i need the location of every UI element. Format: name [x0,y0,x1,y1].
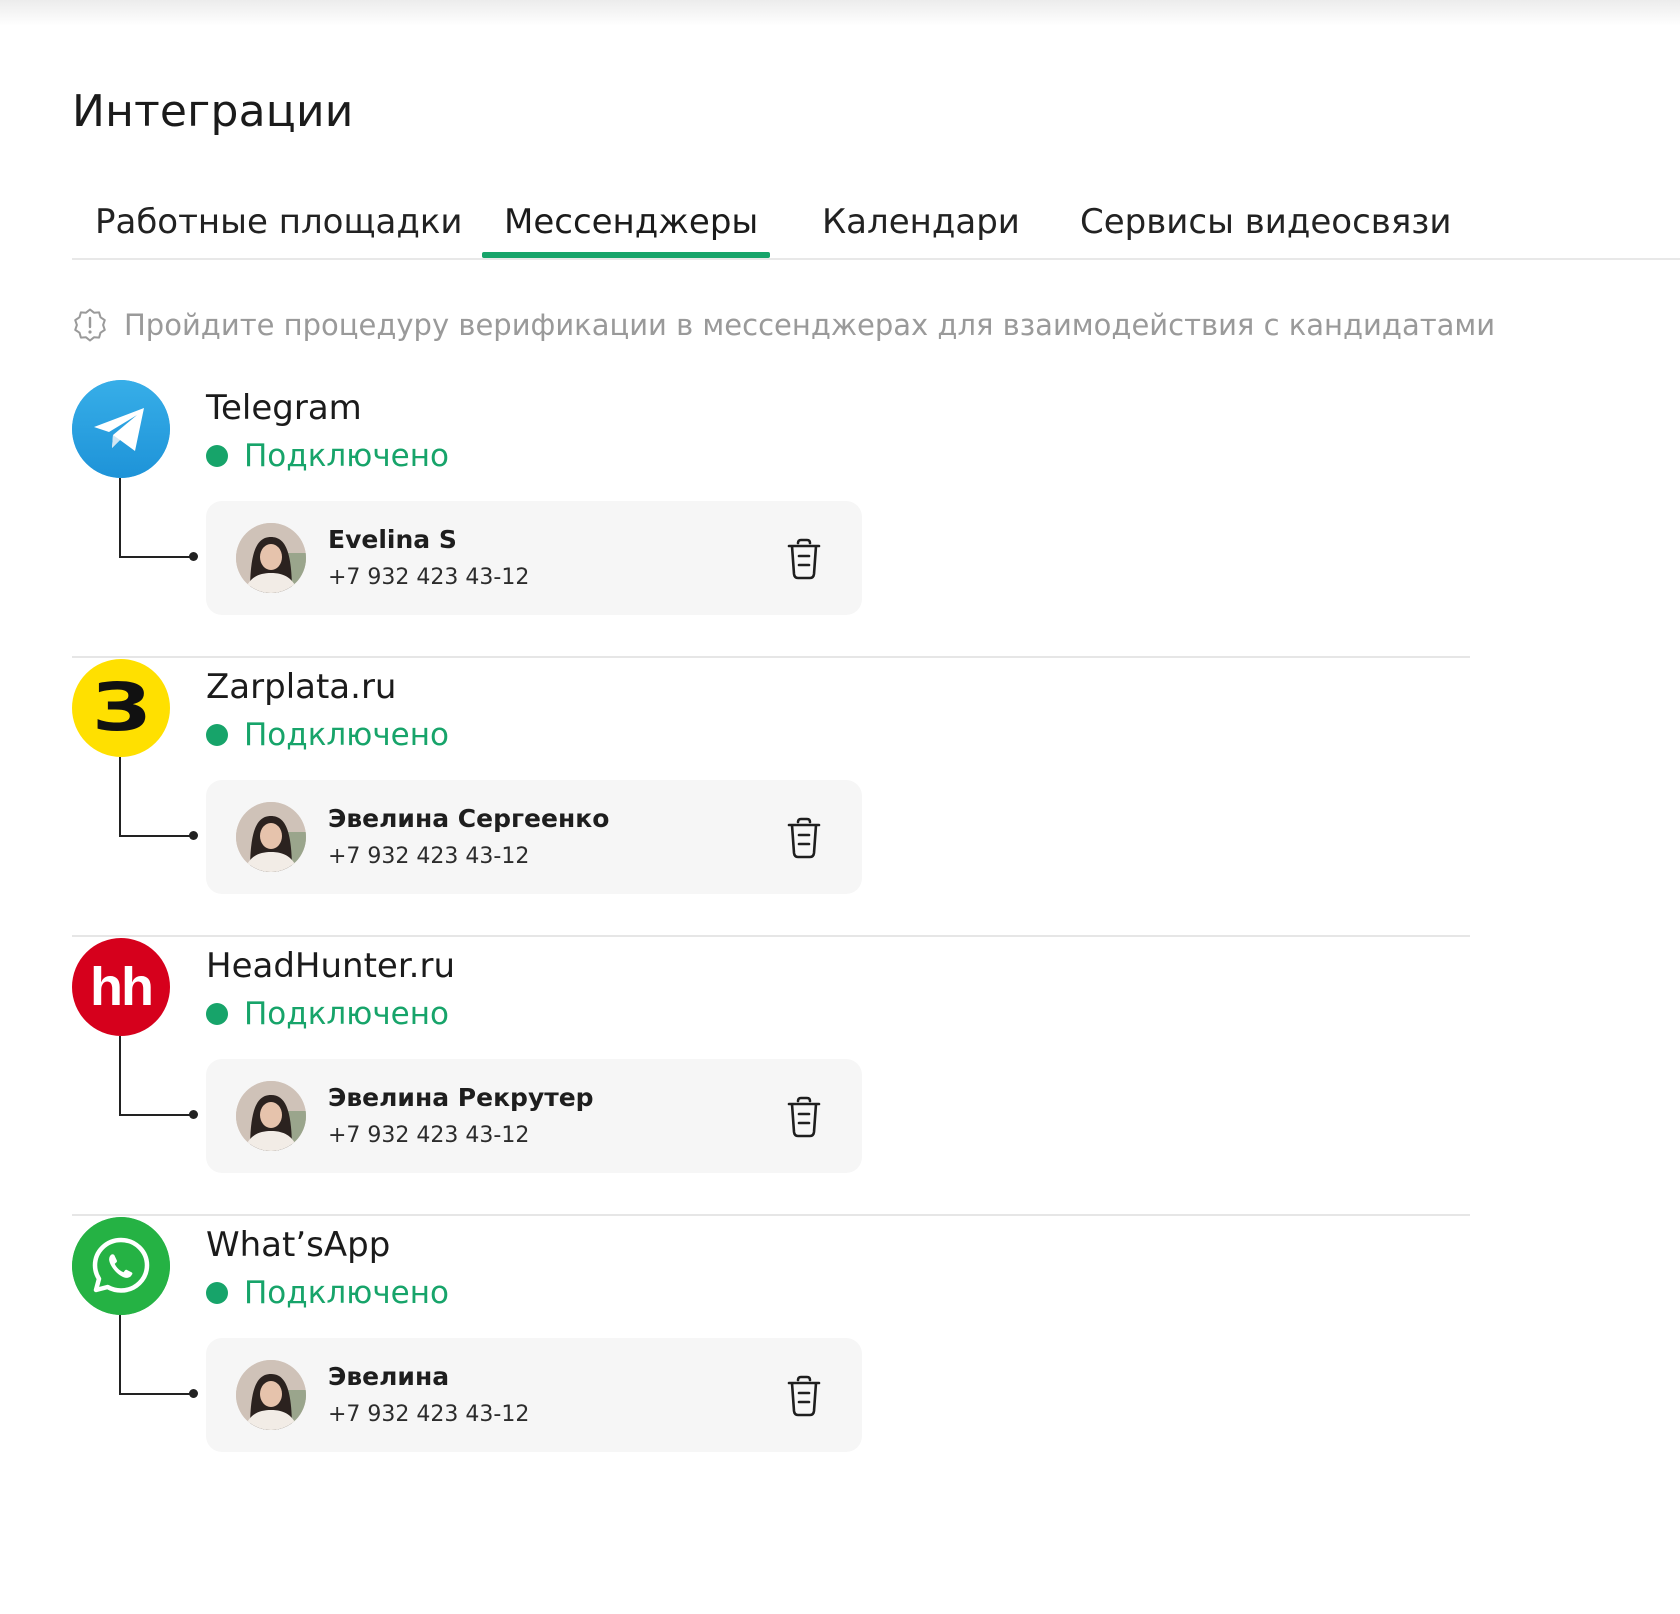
account-card: Evelina S +7 932 423 43-12 [206,501,862,615]
status-badge: Подключено [206,996,449,1032]
tree-connector [119,1036,198,1119]
telegram-logo-icon [72,380,170,478]
avatar [236,523,306,593]
section-divider [72,935,1470,937]
account-phone: +7 932 423 43-12 [328,1123,530,1148]
tab-job-boards[interactable]: Работные площадки [95,202,462,242]
trash-icon [787,1375,821,1417]
delete-account-button[interactable] [782,535,826,583]
page-title: Интеграции [72,86,354,137]
tab-calendars[interactable]: Календари [822,202,1020,242]
status-text: Подключено [244,1275,449,1311]
warning-badge-icon [74,308,106,342]
service-name: HeadHunter.ru [206,946,456,986]
status-text: Подключено [244,438,449,474]
account-card: Эвелина Рекрутер +7 932 423 43-12 [206,1059,862,1173]
account-name: Эвелина Сергеенко [328,804,610,833]
integration-zarplata: З Zarplata.ru Подключено Эвелина Сергеен… [72,659,1470,937]
integration-whatsapp: What’sApp Подключено Эвелина +7 932 423 … [72,1217,1470,1495]
account-name: Эвелина [328,1362,450,1391]
integration-telegram: Telegram Подключено Evelina S +7 932 423… [72,380,1470,658]
zarplata-logo-icon: З [72,659,170,757]
whatsapp-logo-icon [72,1217,170,1315]
avatar [236,1360,306,1430]
status-badge: Подключено [206,717,449,753]
account-card: Эвелина +7 932 423 43-12 [206,1338,862,1452]
trash-icon [787,817,821,859]
account-phone: +7 932 423 43-12 [328,844,530,869]
avatar [236,1081,306,1151]
status-dot-icon [206,1282,228,1304]
tabs-bar: Работные площадки Мессенджеры Календари … [72,190,1680,260]
status-dot-icon [206,445,228,467]
status-text: Подключено [244,717,449,753]
service-name: What’sApp [206,1225,391,1265]
status-dot-icon [206,724,228,746]
account-card: Эвелина Сергеенко +7 932 423 43-12 [206,780,862,894]
delete-account-button[interactable] [782,1372,826,1420]
account-name: Evelina S [328,525,457,554]
service-name: Telegram [206,388,362,428]
active-tab-indicator [482,252,770,258]
status-badge: Подключено [206,1275,449,1311]
top-shadow [0,0,1680,26]
status-dot-icon [206,1003,228,1025]
status-text: Подключено [244,996,449,1032]
account-name: Эвелина Рекрутер [328,1083,594,1112]
tree-connector [119,478,198,561]
delete-account-button[interactable] [782,1093,826,1141]
trash-icon [787,538,821,580]
service-name: Zarplata.ru [206,667,397,707]
verification-notice-text: Пройдите процедуру верификации в мессенд… [124,308,1496,342]
tree-connector [119,1315,198,1398]
verification-notice: Пройдите процедуру верификации в мессенд… [72,305,1495,345]
account-phone: +7 932 423 43-12 [328,565,530,590]
trash-icon [787,1096,821,1138]
delete-account-button[interactable] [782,814,826,862]
integration-headhunter: hh HeadHunter.ru Подключено Эвелина Рекр… [72,938,1470,1216]
account-phone: +7 932 423 43-12 [328,1402,530,1427]
avatar [236,802,306,872]
status-badge: Подключено [206,438,449,474]
tree-connector [119,757,198,840]
tab-video-services[interactable]: Сервисы видеосвязи [1080,202,1451,242]
headhunter-logo-icon: hh [72,938,170,1036]
section-divider [72,1214,1470,1216]
tab-messengers[interactable]: Мессенджеры [504,202,758,242]
section-divider [72,656,1470,658]
